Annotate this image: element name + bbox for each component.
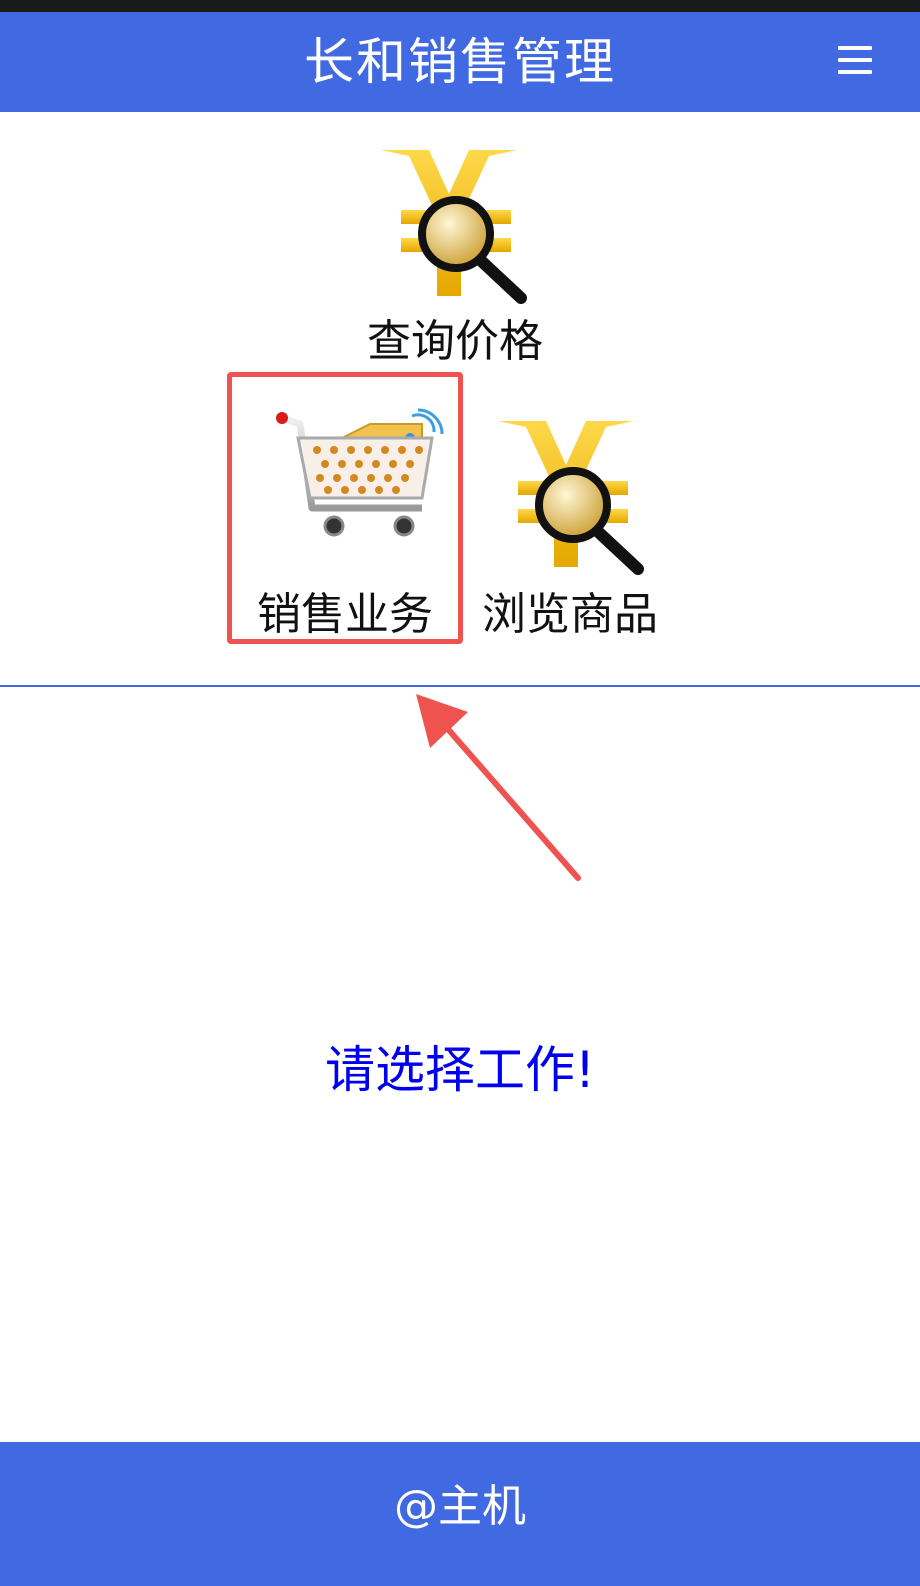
yen-search-icon bbox=[381, 150, 527, 304]
footer-bar: @主机 bbox=[0, 1442, 920, 1586]
tile-label: 查询价格 bbox=[367, 316, 543, 367]
tile-label: 销售业务 bbox=[257, 589, 433, 640]
status-strip bbox=[0, 0, 920, 12]
select-work-prompt: 请选择工作! bbox=[324, 1041, 596, 1099]
tile-sales-business[interactable]: 销售业务 bbox=[232, 378, 458, 640]
divider bbox=[0, 685, 920, 687]
tile-browse-products[interactable]: 浏览商品 bbox=[470, 405, 670, 640]
app-title: 长和销售管理 bbox=[304, 33, 616, 91]
arrow-annotation-icon bbox=[416, 694, 581, 881]
app-header: 长和销售管理 bbox=[0, 12, 920, 112]
shopping-cart-icon bbox=[276, 408, 444, 537]
host-label: @主机 bbox=[394, 1481, 526, 1532]
yen-search-icon bbox=[498, 421, 644, 575]
tile-label: 浏览商品 bbox=[482, 589, 658, 640]
hamburger-menu-icon[interactable] bbox=[838, 40, 872, 80]
tile-query-price[interactable]: 查询价格 bbox=[355, 140, 555, 367]
